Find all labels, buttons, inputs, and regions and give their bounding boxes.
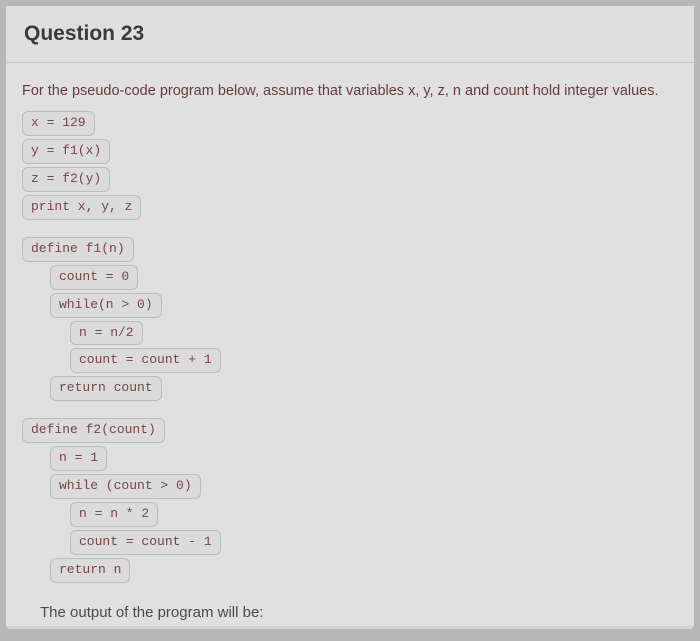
question-header: Question 23 bbox=[6, 6, 694, 63]
code-line: define f2(count) bbox=[22, 418, 165, 443]
code-line: print x, y, z bbox=[22, 195, 141, 220]
code-line: n = 1 bbox=[50, 446, 107, 471]
code-line: define f1(n) bbox=[22, 237, 134, 262]
code-line: count = count - 1 bbox=[70, 530, 221, 555]
output-prompt: The output of the program will be: bbox=[40, 604, 678, 621]
code-line: n = n/2 bbox=[70, 321, 143, 346]
code-line: count = 0 bbox=[50, 265, 138, 290]
code-line: count = count + 1 bbox=[70, 348, 221, 373]
code-line: return count bbox=[50, 376, 162, 401]
code-line: while(n > 0) bbox=[50, 293, 162, 318]
code-block-f2: define f2(count) n = 1 while (count > 0)… bbox=[22, 418, 678, 585]
code-line: y = f1(x) bbox=[22, 139, 110, 164]
code-block-main: x = 129 y = f1(x) z = f2(y) print x, y, … bbox=[22, 111, 678, 223]
code-line: while (count > 0) bbox=[50, 474, 201, 499]
question-prompt: For the pseudo-code program below, assum… bbox=[22, 81, 678, 101]
question-card: Question 23 For the pseudo-code program … bbox=[6, 6, 694, 629]
question-title: Question 23 bbox=[24, 22, 676, 46]
code-block-f1: define f1(n) count = 0 while(n > 0) n = … bbox=[22, 237, 678, 404]
code-line: z = f2(y) bbox=[22, 167, 110, 192]
code-line: x = 129 bbox=[22, 111, 95, 136]
code-line: n = n * 2 bbox=[70, 502, 158, 527]
question-body: For the pseudo-code program below, assum… bbox=[6, 63, 694, 626]
code-line: return n bbox=[50, 558, 130, 583]
